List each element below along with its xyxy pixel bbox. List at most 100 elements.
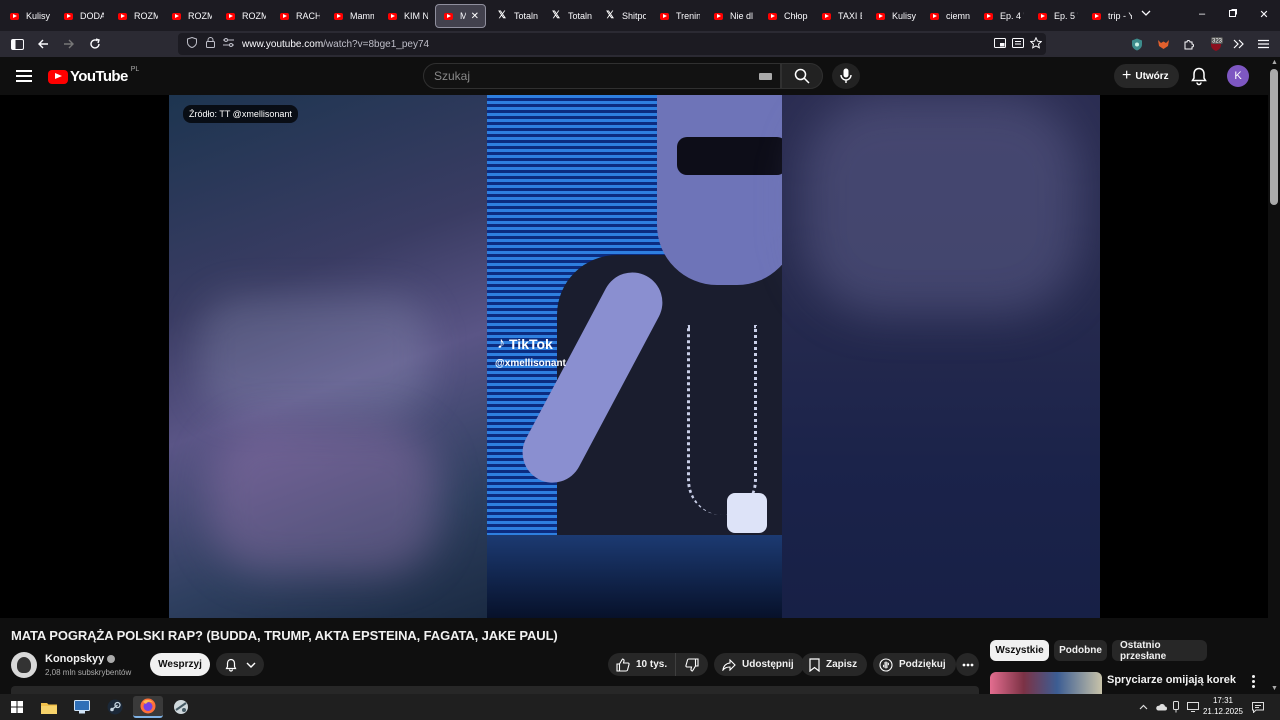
channel-avatar[interactable]: [11, 652, 37, 678]
tab-label: Nie dl: [730, 11, 754, 21]
address-bar[interactable]: www.youtube.com/watch?v=8bge1_pey74: [178, 33, 1046, 55]
browser-tab[interactable]: Kulisy p: [868, 4, 922, 28]
onedrive-cloud-icon[interactable]: [1155, 694, 1167, 720]
permissions-icon[interactable]: [220, 38, 236, 50]
tab-label: ciemna: [946, 11, 970, 21]
browser-tab[interactable]: DODAJ: [56, 4, 110, 28]
fox-extension-icon[interactable]: [1157, 31, 1170, 57]
video-frame[interactable]: ♪ TikTok @xmellisonant Źródło: TT @xmell…: [169, 95, 1100, 618]
lock-icon[interactable]: [202, 37, 218, 51]
reader-view-icon[interactable]: [1012, 37, 1024, 51]
youtube-icon: [118, 12, 127, 20]
scrollbar-thumb[interactable]: [1270, 69, 1278, 205]
sidebar-icon[interactable]: [5, 33, 29, 55]
browser-tab[interactable]: Nie dl: [706, 4, 760, 28]
youtube-logo[interactable]: YouTube PL: [48, 66, 139, 85]
subscription-bell-button[interactable]: [216, 653, 264, 676]
reload-button[interactable]: [83, 33, 107, 55]
recommended-title[interactable]: Spryciarze omijają korek: [1107, 674, 1236, 686]
back-button[interactable]: [31, 33, 55, 55]
steam-icon[interactable]: [100, 696, 130, 718]
thumbs-up-icon: [616, 657, 630, 672]
system-clock[interactable]: 17:31 21.12.2025: [1202, 695, 1244, 717]
app-icon[interactable]: [166, 696, 196, 718]
youtube-icon: [930, 12, 939, 20]
browser-tab[interactable]: Ep. 5 ": [1030, 4, 1084, 28]
vpn-extension-icon[interactable]: [1131, 31, 1143, 57]
youtube-icon: [10, 12, 19, 20]
browser-tab[interactable]: 𝕏 Totalny: [490, 4, 544, 28]
forward-button[interactable]: [57, 33, 81, 55]
usb-device-icon[interactable]: [1172, 694, 1180, 720]
scroll-down-arrow-icon[interactable]: ▼: [1271, 685, 1278, 692]
browser-tab[interactable]: KIM N: [380, 4, 434, 28]
tab-label: DODAJ: [80, 11, 104, 21]
browser-tab[interactable]: ROZMO: [110, 4, 164, 28]
notification-center-icon[interactable]: [1252, 694, 1264, 720]
page-scrollbar[interactable]: ▲ ▼: [1268, 57, 1280, 694]
channel-name[interactable]: Konopskyy: [45, 653, 116, 665]
close-window-button[interactable]: ✕: [1248, 8, 1280, 21]
browser-tab[interactable]: Kulisy p: [2, 4, 56, 28]
browser-tab[interactable]: RACHU: [272, 4, 326, 28]
tab-label: ROZMO: [188, 11, 212, 21]
bookmark-star-icon[interactable]: [1029, 36, 1043, 52]
tiktok-note-icon: ♪: [497, 335, 505, 352]
picture-in-picture-icon[interactable]: [994, 37, 1006, 51]
extensions-puzzle-icon[interactable]: [1183, 31, 1195, 57]
app-menu-icon[interactable]: [1258, 31, 1269, 57]
channel-name-text[interactable]: Konopskyy: [45, 653, 104, 665]
notifications-bell-icon[interactable]: [1189, 66, 1209, 86]
windows-start-icon[interactable]: [2, 696, 32, 718]
minimize-button[interactable]: –: [1186, 8, 1218, 20]
maximize-button[interactable]: [1217, 8, 1249, 21]
show-hidden-icons-icon[interactable]: [1139, 694, 1148, 720]
chip-all[interactable]: Wszystkie: [990, 640, 1049, 661]
dislike-button[interactable]: [676, 657, 708, 672]
chip-recently-uploaded[interactable]: Ostatnio przesłane: [1112, 640, 1207, 662]
recommended-more-icon[interactable]: [1246, 672, 1260, 690]
tab-active[interactable]: MAT ✕: [435, 4, 486, 28]
all-tabs-chevron-icon[interactable]: [1130, 8, 1162, 21]
share-button[interactable]: Udostępnij: [714, 653, 804, 676]
browser-tab[interactable]: Mamm: [326, 4, 380, 28]
urlbar-actions: [994, 33, 1043, 55]
hamburger-menu-icon[interactable]: [14, 67, 34, 85]
youtube-icon: [660, 12, 669, 20]
shield-icon[interactable]: [184, 36, 200, 51]
browser-tab[interactable]: Ep. 4 ": [976, 4, 1030, 28]
search-button[interactable]: [781, 63, 823, 89]
browser-tab[interactable]: ciemna: [922, 4, 976, 28]
like-button[interactable]: 10 tys.: [608, 653, 676, 676]
search-input[interactable]: Szukaj: [423, 63, 781, 89]
browser-tab[interactable]: ROZMO: [218, 4, 272, 28]
recommended-thumbnail[interactable]: [990, 672, 1102, 694]
browser-tab[interactable]: TAXI BE: [814, 4, 868, 28]
network-icon[interactable]: [1187, 694, 1199, 720]
close-tab-icon[interactable]: ✕: [471, 11, 479, 22]
more-actions-button[interactable]: [956, 653, 979, 676]
ublock-extension-icon[interactable]: 323: [1208, 31, 1224, 57]
create-button[interactable]: + Utwórz: [1114, 64, 1179, 88]
browser-tab[interactable]: 𝕏 Shitpo: [598, 4, 652, 28]
browser-tab[interactable]: Trening: [652, 4, 706, 28]
chip-related[interactable]: Podobne: [1054, 640, 1107, 661]
firefox-icon[interactable]: [133, 696, 163, 718]
overflow-chevrons-icon[interactable]: [1233, 31, 1245, 57]
remote-desktop-icon[interactable]: [67, 696, 97, 718]
browser-tab[interactable]: Chłopa: [760, 4, 814, 28]
support-button[interactable]: Wesprzyj: [150, 653, 210, 676]
thanks-button[interactable]: Podziękuj: [873, 653, 956, 676]
description-box[interactable]: [11, 686, 979, 694]
voice-search-button[interactable]: [832, 63, 860, 89]
account-avatar[interactable]: K: [1227, 65, 1249, 87]
browser-tab[interactable]: ROZMO: [164, 4, 218, 28]
scroll-up-arrow-icon[interactable]: ▲: [1271, 59, 1278, 66]
file-explorer-icon[interactable]: [34, 696, 64, 718]
keyboard-icon[interactable]: [759, 73, 772, 80]
save-button[interactable]: Zapisz: [801, 653, 868, 676]
more-horizontal-icon: [962, 663, 973, 666]
youtube-icon: [388, 12, 397, 20]
video-player[interactable]: ♪ TikTok @xmellisonant Źródło: TT @xmell…: [0, 95, 1268, 618]
browser-tab[interactable]: 𝕏 Totalny: [544, 4, 598, 28]
